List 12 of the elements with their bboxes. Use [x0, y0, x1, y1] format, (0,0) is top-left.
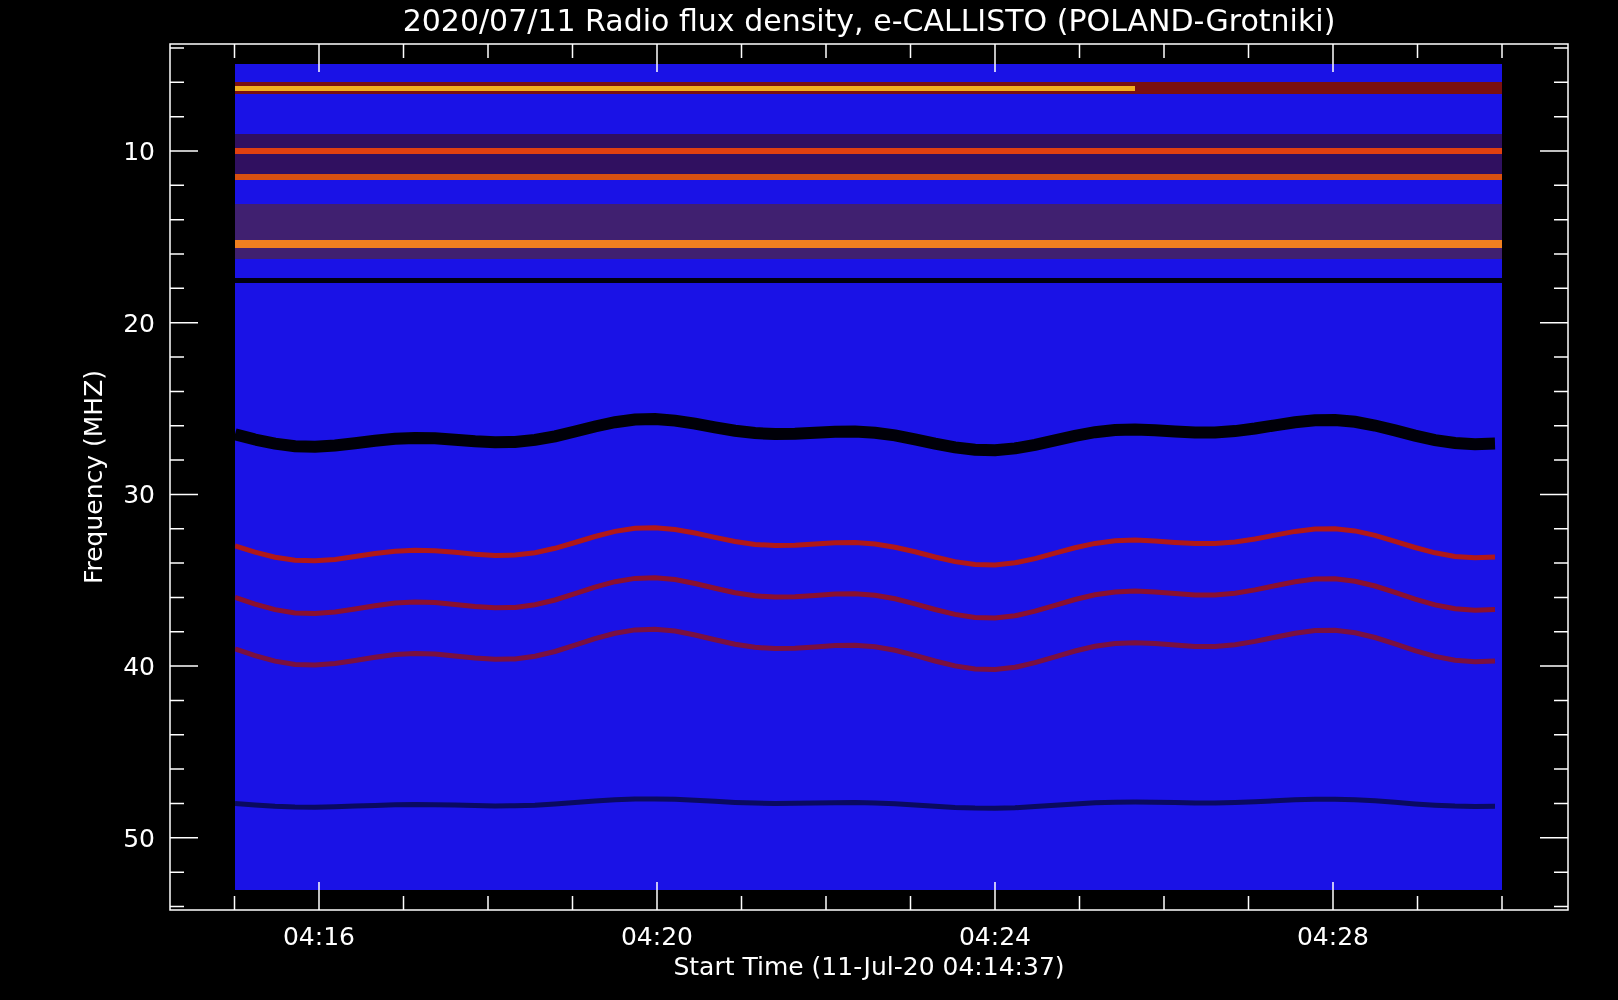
y-axis-label: Frequency (MHZ): [79, 369, 108, 585]
x-tick-label: 04:24: [959, 922, 1031, 951]
x-tick-label: 04:28: [1297, 922, 1369, 951]
y-tick-label: 30: [123, 480, 155, 510]
x-tick-label: 04:20: [621, 922, 693, 951]
chart-title: 2020/07/11 Radio flux density, e-CALLISTO (POLAND-Grotniki): [402, 3, 1336, 38]
y-tick-label: 20: [123, 308, 155, 338]
y-tick-label: 50: [123, 823, 155, 853]
x-axis-label: Start Time (11-Jul-20 04:14:37): [673, 952, 1065, 981]
y-tick-label: 40: [123, 652, 155, 682]
y-tick-label: 10: [123, 137, 155, 166]
x-tick-label: 04:16: [283, 922, 355, 951]
